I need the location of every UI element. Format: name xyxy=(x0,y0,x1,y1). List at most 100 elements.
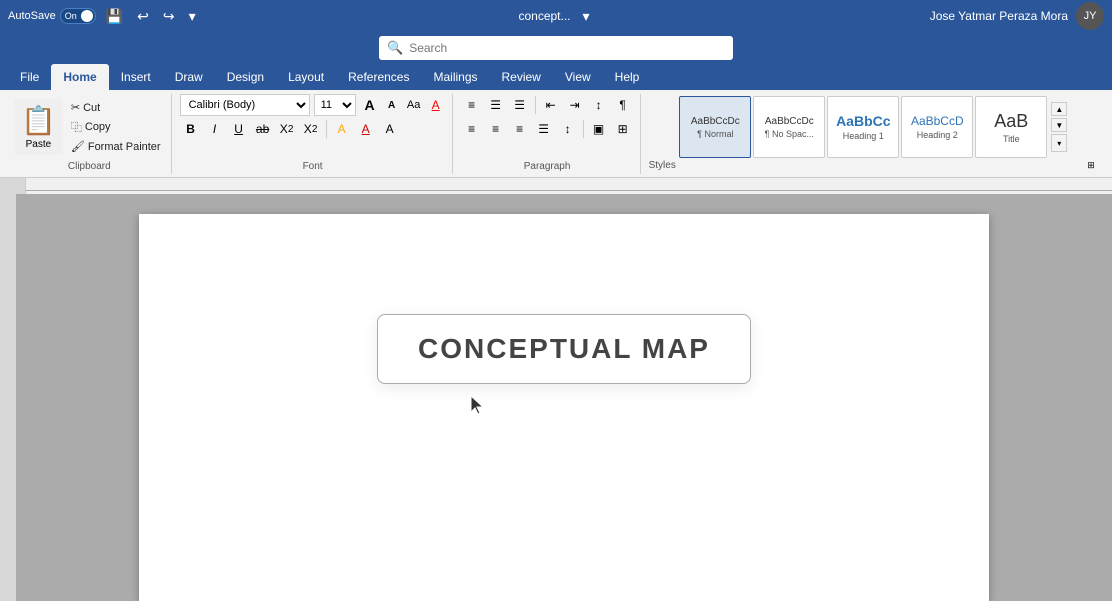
cut-label: Cut xyxy=(83,102,100,114)
search-bar-row: 🔍 xyxy=(0,32,1112,64)
tab-home[interactable]: Home xyxy=(51,64,108,90)
superscript-button[interactable]: X2 xyxy=(300,118,322,140)
title-bar-left: AutoSave On 💾 ↩ ↪ ▾ xyxy=(8,6,228,27)
font-case-button[interactable]: Aa xyxy=(404,95,424,115)
paragraph-group-label: Paragraph xyxy=(455,161,640,172)
bold-button[interactable]: B xyxy=(180,118,202,140)
justify-button[interactable]: ☰ xyxy=(533,118,555,140)
format-painter-label: Format Painter xyxy=(88,141,161,153)
search-icon: 🔍 xyxy=(387,40,403,56)
ruler-corner xyxy=(0,178,26,194)
doc-scroll-area[interactable]: CONCEPTUAL MAP xyxy=(16,194,1112,601)
clipboard-group-label: Clipboard xyxy=(8,161,171,172)
sort-button[interactable]: ↕ xyxy=(588,94,610,116)
font-size-select[interactable]: 11 xyxy=(314,94,356,116)
styles-scroll-up[interactable]: ▲ xyxy=(1051,102,1067,116)
style-heading1-preview: AaBbCc xyxy=(836,113,890,129)
font-color-button[interactable]: A xyxy=(355,118,377,140)
paste-button[interactable]: 📋 Paste xyxy=(14,99,63,155)
tab-help[interactable]: Help xyxy=(603,64,652,90)
document-title: concept... xyxy=(518,9,570,23)
copy-button[interactable]: ⿻ Copy xyxy=(67,117,165,137)
cut-button[interactable]: ✂ Cut xyxy=(67,99,165,116)
user-avatar[interactable]: JY xyxy=(1076,2,1104,30)
align-center-button[interactable]: ≡ xyxy=(485,118,507,140)
title-bar-right: Jose Yatmar Peraza Mora JY xyxy=(884,2,1104,30)
styles-expand-button[interactable]: ⊞ xyxy=(1084,158,1098,172)
para-row-1: ≡ ☰ ☰ ⇤ ⇥ ↕ ¶ xyxy=(461,94,634,116)
styles-container: AaBbCcDc ¶ Normal AaBbCcDc ¶ No Spac... … xyxy=(679,96,1047,158)
style-heading1[interactable]: AaBbCc Heading 1 xyxy=(827,96,899,158)
font-shrink-button[interactable]: A xyxy=(382,95,402,115)
style-heading2[interactable]: AaBbCcD Heading 2 xyxy=(901,96,973,158)
redo-button[interactable]: ↪ xyxy=(159,6,179,27)
pilcrow-button[interactable]: ¶ xyxy=(612,94,634,116)
borders-button[interactable]: ⊞ xyxy=(612,118,634,140)
autosave-label: AutoSave xyxy=(8,10,56,22)
increase-indent-button[interactable]: ⇥ xyxy=(564,94,586,116)
paste-label: Paste xyxy=(26,139,52,150)
tab-references[interactable]: References xyxy=(336,64,421,90)
cursor-indicator xyxy=(469,394,485,419)
tab-mailings[interactable]: Mailings xyxy=(421,64,489,90)
font-group-label: Font xyxy=(174,161,452,172)
quick-access-expand[interactable]: ▾ xyxy=(185,6,200,27)
tab-review[interactable]: Review xyxy=(490,64,553,90)
search-input[interactable] xyxy=(409,41,725,55)
document-area: CONCEPTUAL MAP xyxy=(0,194,1112,601)
ruler-row: // Inline ruler tick marks via SVG xyxy=(0,178,1112,194)
user-name: Jose Yatmar Peraza Mora xyxy=(930,9,1068,23)
tab-draw[interactable]: Draw xyxy=(163,64,215,90)
horizontal-ruler: // Inline ruler tick marks via SVG xyxy=(26,178,1112,194)
title-expand-button[interactable]: ▾ xyxy=(579,6,594,27)
subscript-button[interactable]: X2 xyxy=(276,118,298,140)
font-family-select[interactable]: Calibri (Body) xyxy=(180,94,310,116)
bullets-button[interactable]: ≡ xyxy=(461,94,483,116)
line-spacing-button[interactable]: ↕ xyxy=(557,118,579,140)
format-painter-button[interactable]: 🖌 Format Painter xyxy=(67,138,165,155)
style-no-spacing-preview: AaBbCcDc xyxy=(765,116,814,127)
style-normal-preview: AaBbCcDc xyxy=(691,116,740,127)
style-normal-label: ¶ Normal xyxy=(697,129,733,139)
font-group: Calibri (Body) 11 A A Aa A B I U ab X2 X… xyxy=(174,94,453,174)
italic-button[interactable]: I xyxy=(204,118,226,140)
style-heading2-label: Heading 2 xyxy=(917,130,958,140)
tab-insert[interactable]: Insert xyxy=(109,64,163,90)
style-normal[interactable]: AaBbCcDc ¶ Normal xyxy=(679,96,751,158)
styles-scroll-down[interactable]: ▼ xyxy=(1051,118,1067,132)
save-button[interactable]: 💾 xyxy=(102,6,127,27)
tab-file[interactable]: File xyxy=(8,64,51,90)
align-right-button[interactable]: ≡ xyxy=(509,118,531,140)
tab-view[interactable]: View xyxy=(553,64,603,90)
doc-page: CONCEPTUAL MAP xyxy=(139,214,989,601)
decrease-indent-button[interactable]: ⇤ xyxy=(540,94,562,116)
doc-main-title: CONCEPTUAL MAP xyxy=(418,333,710,364)
undo-button[interactable]: ↩ xyxy=(133,6,153,27)
autosave-state: On xyxy=(65,11,77,21)
style-title-label: Title xyxy=(1003,134,1020,144)
styles-expand[interactable]: ▾ xyxy=(1051,134,1067,152)
style-title[interactable]: AaB Title xyxy=(975,96,1047,158)
autosave-toggle[interactable]: On xyxy=(60,8,96,24)
multilevel-button[interactable]: ☰ xyxy=(509,94,531,116)
align-left-button[interactable]: ≡ xyxy=(461,118,483,140)
text-effects-button[interactable]: A xyxy=(379,118,401,140)
underline-button[interactable]: U xyxy=(228,118,250,140)
tab-design[interactable]: Design xyxy=(215,64,276,90)
style-no-spacing-label: ¶ No Spac... xyxy=(765,129,814,139)
font-grow-button[interactable]: A xyxy=(360,95,380,115)
vertical-ruler xyxy=(0,194,16,601)
search-box[interactable]: 🔍 xyxy=(379,36,733,60)
style-title-preview: AaB xyxy=(994,111,1028,132)
format-painter-icon: 🖌 xyxy=(71,140,85,153)
clear-format-button[interactable]: A xyxy=(426,95,446,115)
tab-layout[interactable]: Layout xyxy=(276,64,336,90)
strikethrough-button[interactable]: ab xyxy=(252,118,274,140)
clipboard-group: 📋 Paste ✂ Cut ⿻ Copy 🖌 Format Painter xyxy=(8,94,172,174)
shading-button[interactable]: ▣ xyxy=(588,118,610,140)
style-no-spacing[interactable]: AaBbCcDc ¶ No Spac... xyxy=(753,96,825,158)
paragraph-group: ≡ ☰ ☰ ⇤ ⇥ ↕ ¶ ≡ ≡ ≡ ☰ ↕ ▣ ⊞ Paragraph xyxy=(455,94,641,174)
text-highlight-button[interactable]: A xyxy=(331,118,353,140)
numbering-button[interactable]: ☰ xyxy=(485,94,507,116)
ribbon-tabs: File Home Insert Draw Design Layout Refe… xyxy=(0,64,1112,90)
